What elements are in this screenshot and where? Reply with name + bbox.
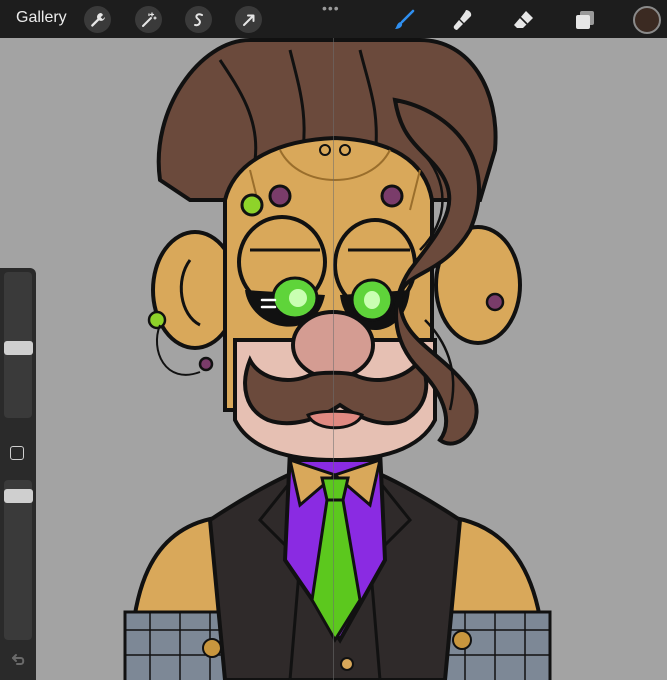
left-sidebar bbox=[0, 268, 36, 680]
more-options-dots-icon[interactable]: ••• bbox=[322, 1, 340, 15]
transform-arrow-icon[interactable] bbox=[235, 6, 262, 33]
color-picker-swatch[interactable] bbox=[633, 6, 661, 34]
top-toolbar: Gallery ••• bbox=[0, 0, 667, 38]
smudge-icon[interactable] bbox=[450, 7, 476, 33]
eraser-icon[interactable] bbox=[511, 7, 537, 33]
opacity-slider[interactable] bbox=[4, 480, 32, 640]
modify-button[interactable] bbox=[10, 446, 24, 460]
selection-icon[interactable] bbox=[185, 6, 212, 33]
magic-wand-icon[interactable] bbox=[135, 6, 162, 33]
brush-icon[interactable] bbox=[391, 7, 417, 33]
symmetry-guide bbox=[333, 38, 334, 680]
wrench-icon[interactable] bbox=[84, 6, 111, 33]
undo-icon[interactable] bbox=[9, 650, 27, 668]
layers-icon[interactable] bbox=[572, 7, 598, 33]
brush-size-thumb[interactable] bbox=[4, 341, 33, 356]
opacity-thumb[interactable] bbox=[4, 488, 33, 503]
gallery-button[interactable]: Gallery bbox=[16, 9, 67, 27]
